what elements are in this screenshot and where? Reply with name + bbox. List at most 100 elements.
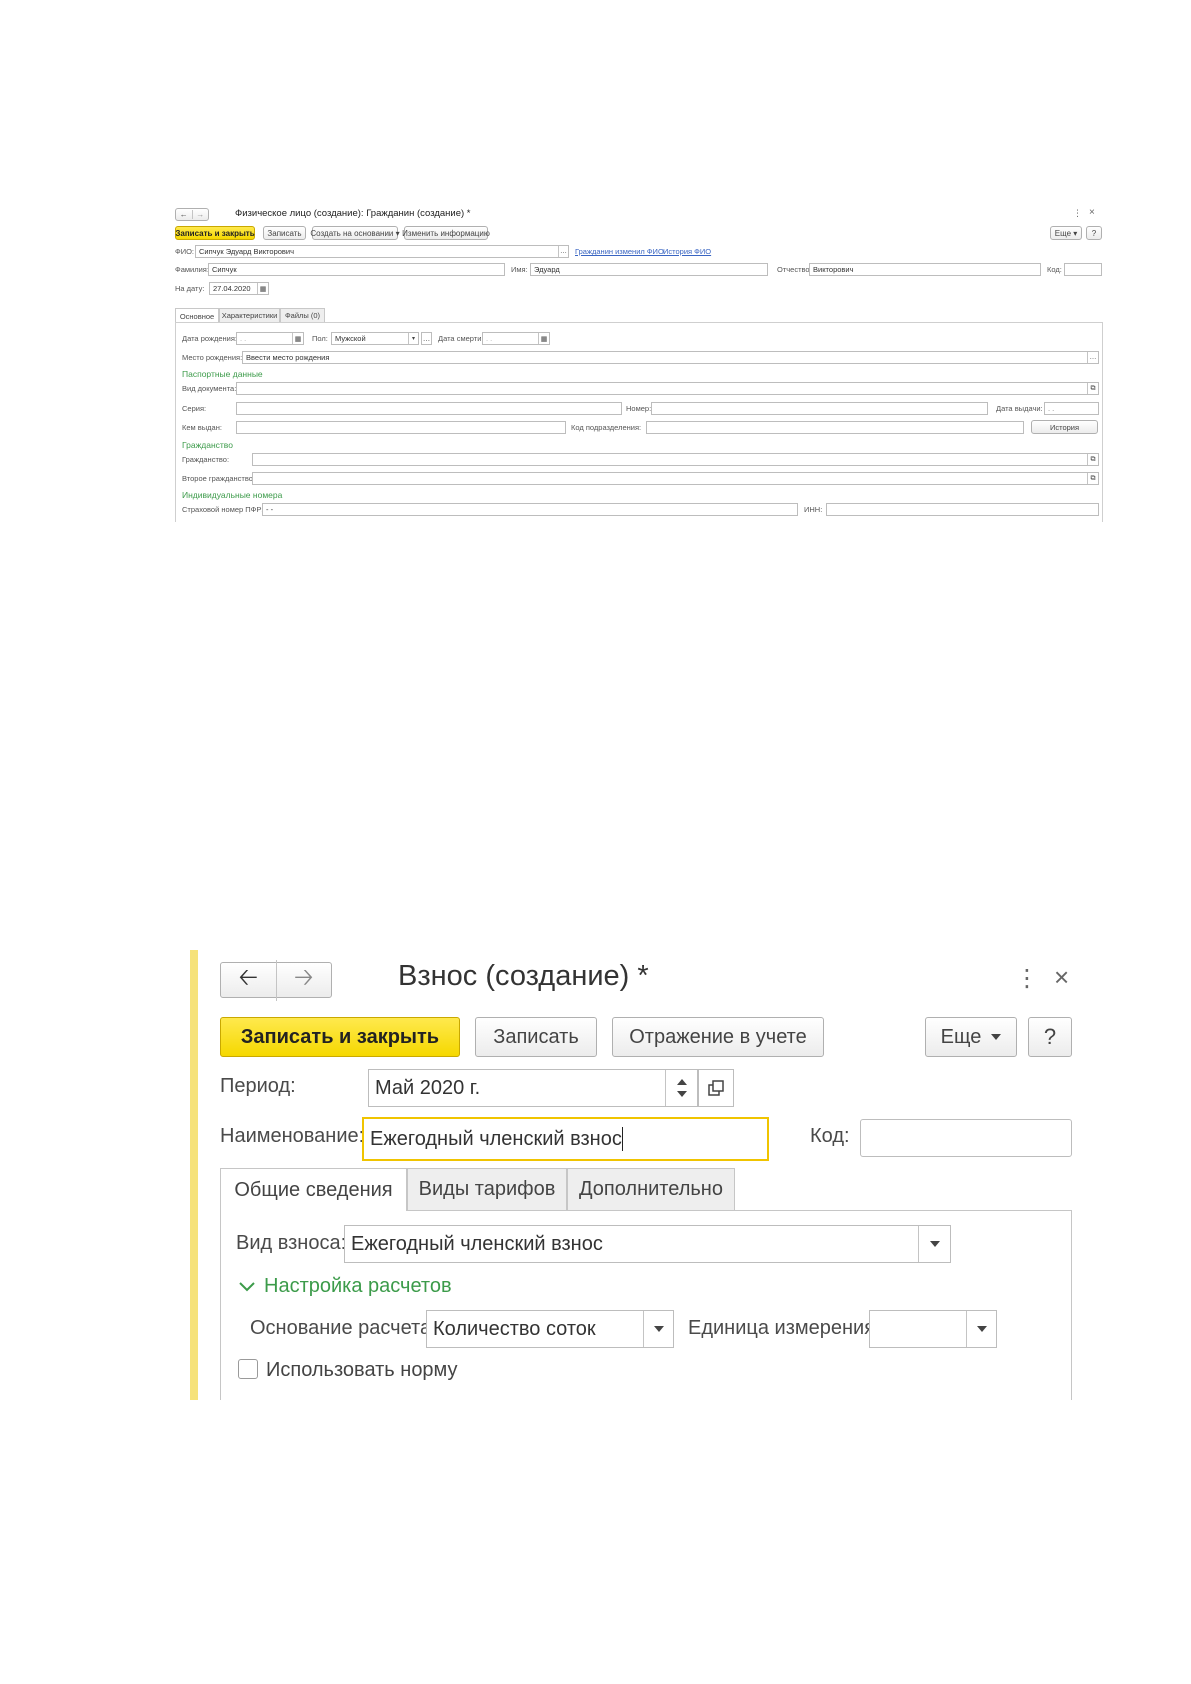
chevron-down-icon[interactable] [918,1226,950,1262]
tab-main[interactable]: Основное [175,308,219,323]
change-info-button[interactable]: Изменить информацию [402,226,490,240]
division-code-input[interactable] [646,421,1024,434]
chevron-down-icon[interactable] [966,1311,996,1347]
close-icon[interactable]: × [1089,207,1095,218]
calc-base-select[interactable]: Количество соток [426,1310,674,1348]
patronymic-input[interactable]: Викторович [809,263,1041,276]
calendar-icon[interactable]: ▦ [257,283,268,294]
series-label: Серия: [182,404,207,413]
tab-characteristics[interactable]: Характеристики [219,308,280,322]
name-value: Ежегодный членский взнос [370,1127,622,1150]
calendar-icon[interactable]: ▦ [292,333,303,344]
birth-place-input[interactable]: Ввести место рождения … [242,351,1099,364]
forward-arrow-icon[interactable]: 🡢 [277,960,332,1001]
more-icon[interactable]: ⋮ [1073,208,1082,219]
snils-label: Страховой номер ПФР: [182,505,264,514]
open-icon[interactable]: ⧉ [1087,454,1098,465]
use-norm-checkbox[interactable] [238,1359,258,1379]
gender-label: Пол: [312,334,328,343]
gender-select[interactable]: Мужской ▾ [331,332,419,345]
surname-input[interactable]: Сипчук [208,263,505,276]
chevron-down-icon[interactable]: ▾ [408,333,418,344]
fee-type-value: Ежегодный членский взнос [351,1232,603,1255]
citizenship-section-title: Гражданство [182,440,233,450]
more-button[interactable]: Еще ▾ [1050,226,1082,240]
tab-files[interactable]: Файлы (0) [280,308,325,322]
code-input[interactable] [1064,263,1102,276]
fio-history-link[interactable]: История ФИО [663,247,711,256]
chevron-up-icon[interactable] [676,1079,687,1085]
fio-changed-link[interactable]: Гражданин изменил ФИО [575,247,664,256]
calendar-icon[interactable]: ▦ [538,333,549,344]
help-button[interactable]: ? [1086,226,1102,240]
snils-input[interactable]: - - [262,503,798,516]
code-input[interactable] [860,1119,1072,1157]
name-value: Эдуард [534,265,560,274]
open-icon[interactable]: ⧉ [1087,383,1098,394]
doc-type-input[interactable]: ⧉ [236,382,1099,395]
surname-value: Сипчук [212,265,237,274]
gender-open-button[interactable]: … [421,332,432,345]
more-icon[interactable]: ⋮ [1015,964,1039,993]
tab-general[interactable]: Общие сведения [220,1168,407,1211]
posting-button[interactable]: Отражение в учете [612,1017,824,1057]
second-citizenship-input[interactable]: ⧉ [252,472,1099,485]
save-button[interactable]: Записать [475,1017,597,1057]
issued-by-input[interactable] [236,421,566,434]
chevron-down-icon[interactable] [643,1311,673,1347]
period-spinner[interactable] [665,1070,697,1106]
birth-date-value: . . [240,334,247,343]
fio-value: Сипчук Эдуард Викторович [199,247,295,256]
ids-section-title: Индивидуальные номера [182,490,283,500]
citizenship-input[interactable]: ⧉ [252,453,1099,466]
calc-settings-toggle[interactable]: Настройка расчетов [238,1275,452,1298]
nav-buttons: 🡠 🡢 [220,959,332,1001]
history-button[interactable]: История [1031,420,1098,434]
inn-input[interactable] [826,503,1099,516]
death-date-value: . . [486,334,493,343]
fee-type-select[interactable]: Ежегодный членский взнос [344,1225,951,1263]
window-title: Физическое лицо (создание): Гражданин (с… [235,208,471,219]
citizenship-label: Гражданство: [182,455,230,464]
fio-label: ФИО: [175,247,195,256]
second-citizenship-label: Второе гражданство: [182,474,255,483]
issue-date-label: Дата выдачи: [996,404,1043,413]
issue-date-input[interactable]: . . [1044,402,1099,415]
series-input[interactable] [236,402,622,415]
fio-input[interactable]: Сипчук Эдуард Викторович … [195,245,569,258]
chevron-down-icon [991,1034,1002,1040]
surname-label: Фамилия: [175,265,209,274]
tab-additional[interactable]: Дополнительно [567,1168,735,1210]
save-button[interactable]: Записать [263,226,306,240]
use-norm-label[interactable]: Использовать норму [266,1359,458,1382]
chevron-down-icon [239,1281,255,1291]
name-input[interactable]: Эдуард [530,263,768,276]
select-icon[interactable]: … [1087,352,1098,363]
close-icon[interactable]: × [1054,962,1069,993]
on-date-input[interactable]: 27.04.2020 ▦ [209,282,269,295]
period-open-button[interactable] [698,1069,734,1107]
open-icon[interactable]: ⧉ [1087,473,1098,484]
name-label: Имя: [511,265,528,274]
more-button[interactable]: Еще [925,1017,1017,1057]
fio-select-icon[interactable]: … [558,246,568,257]
snils-value: - - [266,505,274,514]
back-arrow-icon[interactable]: 🡠 [221,959,277,1001]
save-close-button[interactable]: Записать и закрыть [175,226,255,240]
name-input[interactable]: Ежегодный членский взнос [362,1117,769,1161]
individual-form-screenshot: ← → Физическое лицо (создание): Граждани… [175,207,1103,522]
number-input[interactable] [651,402,988,415]
period-input[interactable]: Май 2020 г. [368,1069,698,1107]
tab-tariffs[interactable]: Виды тарифов [407,1168,567,1210]
create-based-button[interactable]: Создать на основании ▾ [310,226,400,240]
birth-place-label: Место рождения: [182,353,243,362]
death-date-input[interactable]: . . ▦ [482,332,550,345]
unit-select[interactable] [869,1310,997,1348]
back-arrow-icon[interactable]: ← [176,210,193,219]
birth-date-input[interactable]: . . ▦ [236,332,304,345]
chevron-down-icon[interactable] [676,1091,687,1097]
save-close-button[interactable]: Записать и закрыть [220,1017,460,1057]
open-window-icon [708,1080,724,1096]
help-button[interactable]: ? [1028,1017,1072,1057]
forward-arrow-icon[interactable]: → [193,210,209,219]
